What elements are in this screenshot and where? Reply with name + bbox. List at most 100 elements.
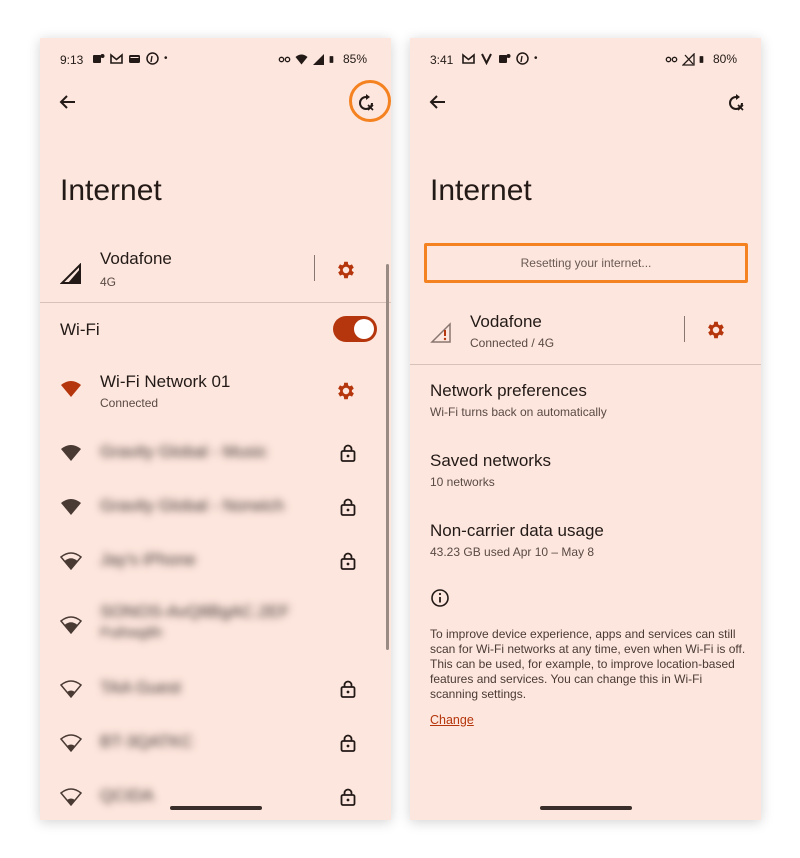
network-name: Gravity Global - Norwich	[100, 496, 285, 515]
wifi-weak-icon	[60, 680, 82, 699]
wallet-icon	[129, 55, 140, 63]
lock-icon	[340, 552, 356, 570]
scrollbar[interactable]	[386, 264, 389, 650]
battery-icon	[329, 55, 334, 63]
battery-percent: 85%	[342, 52, 367, 66]
reset-internet-button[interactable]	[721, 88, 751, 118]
pref-sub: 43.23 GB used Apr 10 – May 8	[430, 545, 595, 559]
carrier-name: Vodafone	[470, 312, 542, 331]
status-time: 9:13	[60, 53, 84, 67]
page-title: Internet	[60, 174, 162, 207]
battery-icon	[699, 55, 704, 63]
signal-status-icon	[312, 53, 324, 65]
gmail-icon	[110, 53, 123, 64]
network-name: TAA Guest	[100, 678, 181, 697]
home-indicator[interactable]	[539, 806, 632, 810]
wifi-weak-icon	[60, 734, 82, 753]
status-time: 3:41	[430, 53, 454, 67]
wifi-status-icon	[295, 54, 308, 64]
home-indicator[interactable]	[169, 806, 262, 810]
lock-icon	[340, 680, 356, 698]
gear-icon[interactable]	[335, 259, 357, 281]
pref-title: Saved networks	[430, 451, 551, 470]
wifi-full-icon	[61, 381, 81, 397]
network-preferences-item[interactable]: Network preferences Wi-Fi turns back on …	[410, 378, 761, 422]
divider	[684, 316, 685, 342]
wifi-toggle-row[interactable]: Wi-Fi	[40, 313, 391, 347]
wifi-weak-icon	[60, 788, 82, 807]
wifi-network-row[interactable]: SONOS-AvQ8BgAC.2EF Puthwg8h	[40, 600, 391, 648]
wifi-network-row[interactable]: Wi-Fi Network 01 Connected	[40, 368, 391, 414]
network-name: Wi-Fi Network 01	[100, 372, 231, 391]
wifi-full-icon	[61, 499, 81, 515]
cell-signal-warning-icon	[430, 322, 451, 343]
network-name: Jay's iPhone	[100, 550, 196, 569]
back-button[interactable]	[424, 88, 452, 116]
reset-icon	[359, 94, 374, 111]
signal-off-icon	[681, 52, 695, 66]
divider	[314, 255, 315, 281]
gmail-icon	[462, 53, 475, 64]
resetting-status: Resetting your internet...	[424, 243, 748, 283]
vpn-key-icon	[278, 56, 291, 62]
app-v-icon	[481, 53, 492, 65]
carrier-row[interactable]: Vodafone Connected / 4G	[410, 306, 761, 366]
teams-icon	[93, 54, 105, 63]
network-status: Connected	[100, 396, 159, 410]
reset-internet-button[interactable]	[351, 88, 381, 118]
network-name: BT-3QATKC	[100, 732, 194, 751]
section-divider	[410, 364, 761, 365]
back-button[interactable]	[54, 88, 82, 116]
pinterest-icon	[146, 52, 159, 65]
reset-icon	[729, 94, 744, 111]
arrow-back-icon	[429, 95, 445, 109]
wifi-full-icon	[61, 445, 81, 461]
pref-sub: Wi-Fi turns back on automatically	[430, 405, 607, 419]
data-usage-item[interactable]: Non-carrier data usage 43.23 GB used Apr…	[410, 518, 761, 562]
lock-icon	[340, 734, 356, 752]
wifi-scanning-info: To improve device experience, apps and s…	[430, 627, 746, 701]
network-name: QCIDA	[100, 786, 154, 805]
cell-signal-icon	[60, 263, 81, 284]
carrier-sub: Connected / 4G	[470, 336, 555, 350]
wifi-medium-icon	[60, 616, 82, 635]
lock-icon	[340, 498, 356, 516]
wifi-network-row[interactable]: BT-3QATKC	[40, 728, 391, 758]
change-link[interactable]: Change	[430, 713, 474, 727]
section-divider	[40, 302, 391, 303]
carrier-sub: 4G	[100, 275, 117, 289]
network-name-line2: Puthwg8h	[100, 624, 163, 640]
lock-icon	[340, 444, 356, 462]
wifi-network-row[interactable]: Gravity Global - Norwich	[40, 492, 391, 522]
status-bar: 9:13 • 85%	[40, 52, 391, 68]
gear-icon[interactable]	[705, 319, 727, 341]
page-title: Internet	[430, 174, 532, 207]
teams-icon	[499, 54, 511, 63]
carrier-name: Vodafone	[100, 249, 172, 268]
wifi-medium-icon	[60, 552, 82, 571]
arrow-back-icon	[59, 95, 75, 109]
status-dot: •	[534, 53, 538, 64]
status-bar: 3:41 • 80%	[410, 52, 761, 68]
wifi-toggle[interactable]	[333, 316, 377, 342]
carrier-row[interactable]: Vodafone 4G	[40, 243, 391, 303]
wifi-label: Wi-Fi	[60, 320, 100, 339]
pref-title: Non-carrier data usage	[430, 521, 604, 540]
wifi-network-row[interactable]: Gravity Global - Music	[40, 438, 391, 468]
network-name: Gravity Global - Music	[100, 442, 268, 461]
pinterest-icon	[516, 52, 529, 65]
saved-networks-item[interactable]: Saved networks 10 networks	[410, 448, 761, 492]
wifi-network-row[interactable]: TAA Guest	[40, 674, 391, 704]
toggle-knob	[354, 319, 374, 339]
lock-icon	[340, 788, 356, 806]
pref-title: Network preferences	[430, 381, 587, 400]
pref-sub: 10 networks	[430, 475, 495, 489]
vpn-key-icon	[665, 56, 678, 62]
phone-screen-right: 3:41 • 80% Internet Resetting your inter…	[410, 38, 761, 820]
network-name: SONOS-AvQ8BgAC.2EF	[100, 602, 290, 621]
wifi-network-row[interactable]: Jay's iPhone	[40, 546, 391, 576]
phone-screen-left: 9:13 • 85% Internet Vodafone 4G Wi-Fi Wi…	[40, 38, 391, 820]
battery-percent: 80%	[712, 52, 737, 66]
status-dot: •	[164, 53, 168, 64]
gear-icon[interactable]	[335, 380, 357, 402]
